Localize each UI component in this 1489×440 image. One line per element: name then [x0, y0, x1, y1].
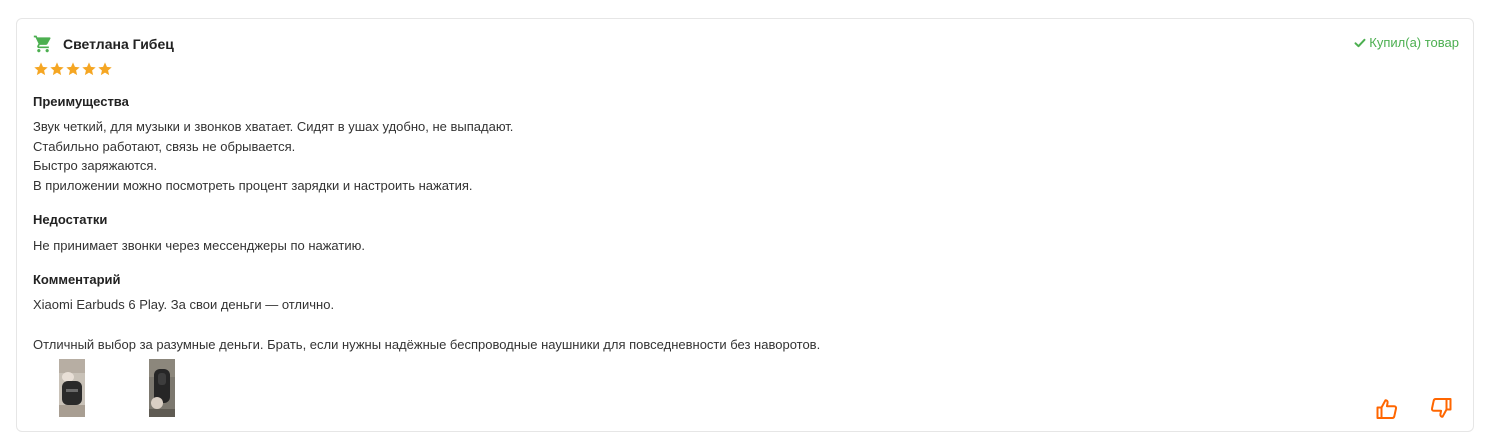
star-icon: [33, 61, 49, 77]
star-icon: [65, 61, 81, 77]
star-icon: [81, 61, 97, 77]
cons-text: Не принимает звонки через мессенджеры по…: [33, 238, 365, 253]
review-header: Светлана Гибец: [33, 33, 174, 55]
pros-text: Звук четкий, для музыки и звонков хватае…: [33, 119, 514, 193]
cons-title: Недостатки: [33, 212, 108, 227]
purchased-badge: Купил(а) товар: [1354, 35, 1459, 50]
review-photo-1[interactable]: [59, 359, 85, 417]
review-author: Светлана Гибец: [63, 36, 174, 52]
like-button[interactable]: [1375, 397, 1399, 421]
review-photo-2[interactable]: [149, 359, 175, 417]
checkmark-icon: [1354, 37, 1366, 49]
comment-title: Комментарий: [33, 272, 121, 287]
thumbs-down-icon: [1430, 398, 1452, 418]
thumbs-up-icon: [1376, 399, 1398, 419]
star-icon: [49, 61, 65, 77]
dislike-button[interactable]: [1429, 396, 1453, 420]
comment-line-2: Отличный выбор за разумные деньги. Брать…: [33, 337, 821, 352]
shopping-cart-icon: [33, 34, 53, 54]
comment-line-1: Xiaomi Earbuds 6 Play. За свои деньги — …: [33, 297, 335, 312]
rating-stars: [33, 61, 113, 77]
review-card: Светлана Гибец Купил(а) товар Преимущест…: [16, 18, 1474, 432]
star-icon: [97, 61, 113, 77]
purchased-label: Купил(а) товар: [1369, 35, 1459, 50]
pros-title: Преимущества: [33, 94, 129, 109]
